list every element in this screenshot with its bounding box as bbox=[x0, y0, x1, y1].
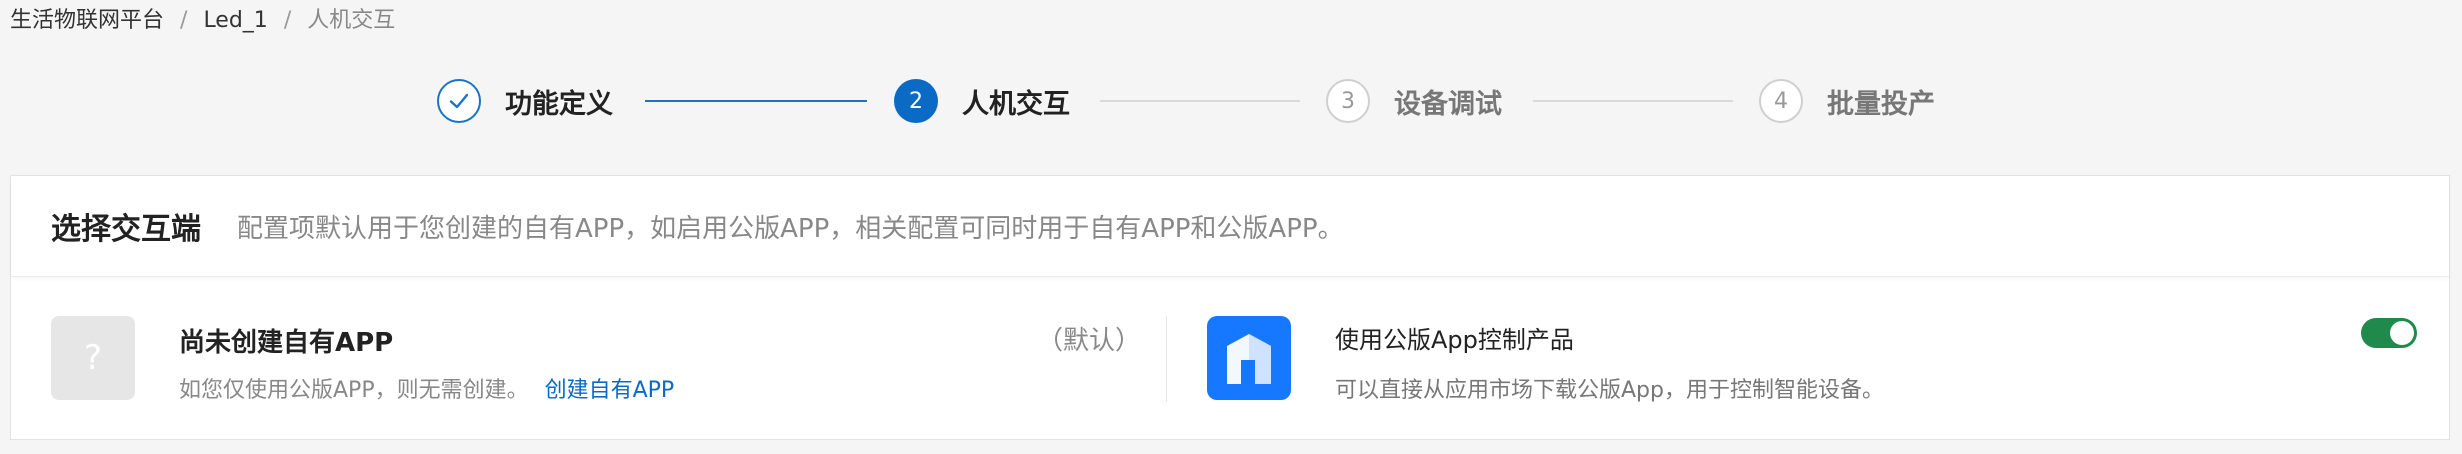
breadcrumb-separator: / bbox=[180, 8, 188, 33]
step-connector bbox=[645, 100, 867, 102]
breadcrumb-item-platform[interactable]: 生活物联网平台 bbox=[10, 6, 164, 36]
public-app-title: 使用公版App控制产品 bbox=[1335, 326, 1574, 354]
default-tag: （默认） bbox=[1036, 326, 1141, 356]
step-label: 功能定义 bbox=[505, 88, 613, 120]
breadcrumb-item-product[interactable]: Led_1 bbox=[203, 6, 267, 36]
interaction-card: 选择交互端 配置项默认用于您创建的自有APP，如启用公版APP，相关配置可同时用… bbox=[10, 175, 2450, 440]
own-app-description: 如您仅使用公版APP，则无需创建。 bbox=[179, 378, 529, 403]
step-interaction[interactable]: 2 人机交互 bbox=[894, 76, 1070, 126]
card-header: 选择交互端 配置项默认用于您创建的自有APP，如启用公版APP，相关配置可同时用… bbox=[11, 176, 2449, 277]
step-mass-production[interactable]: 4 批量投产 bbox=[1759, 76, 1935, 126]
step-number: 3 bbox=[1326, 79, 1370, 123]
breadcrumb-item-current: 人机交互 bbox=[307, 8, 396, 33]
step-function-definition[interactable]: 功能定义 bbox=[437, 76, 613, 126]
breadcrumb: 生活物联网平台 / Led_1 / 人机交互 bbox=[10, 6, 395, 36]
public-app-description: 可以直接从应用市场下载公版App，用于控制智能设备。 bbox=[1335, 378, 1884, 403]
card-title: 选择交互端 bbox=[51, 212, 201, 247]
own-app-panel: ? 尚未创建自有APP 如您仅使用公版APP，则无需创建。 创建自有APP （默认… bbox=[51, 316, 1141, 404]
public-app-icon bbox=[1207, 316, 1291, 400]
question-icon: ? bbox=[51, 316, 135, 400]
step-connector bbox=[1533, 100, 1733, 102]
step-label: 人机交互 bbox=[962, 88, 1070, 120]
breadcrumb-separator: / bbox=[283, 8, 292, 33]
step-label: 批量投产 bbox=[1827, 88, 1935, 120]
own-app-description-row: 如您仅使用公版APP，则无需创建。 创建自有APP bbox=[179, 372, 674, 404]
step-label: 设备调试 bbox=[1394, 88, 1502, 120]
check-icon bbox=[437, 79, 481, 123]
step-number: 4 bbox=[1759, 79, 1803, 123]
toggle-knob bbox=[2390, 321, 2414, 345]
own-app-title: 尚未创建自有APP bbox=[179, 328, 394, 358]
stepper: 功能定义 2 人机交互 3 设备调试 4 批量投产 bbox=[0, 76, 2462, 126]
public-app-panel: 使用公版App控制产品 可以直接从应用市场下载公版App，用于控制智能设备。 bbox=[1207, 316, 2417, 403]
step-device-debug[interactable]: 3 设备调试 bbox=[1326, 76, 1502, 126]
public-app-toggle[interactable] bbox=[2361, 318, 2417, 348]
card-description: 配置项默认用于您创建的自有APP，如启用公版APP，相关配置可同时用于自有APP… bbox=[237, 213, 1344, 244]
step-connector bbox=[1100, 100, 1300, 102]
create-own-app-link[interactable]: 创建自有APP bbox=[545, 378, 675, 403]
step-number: 2 bbox=[894, 79, 938, 123]
divider bbox=[1166, 316, 1167, 402]
